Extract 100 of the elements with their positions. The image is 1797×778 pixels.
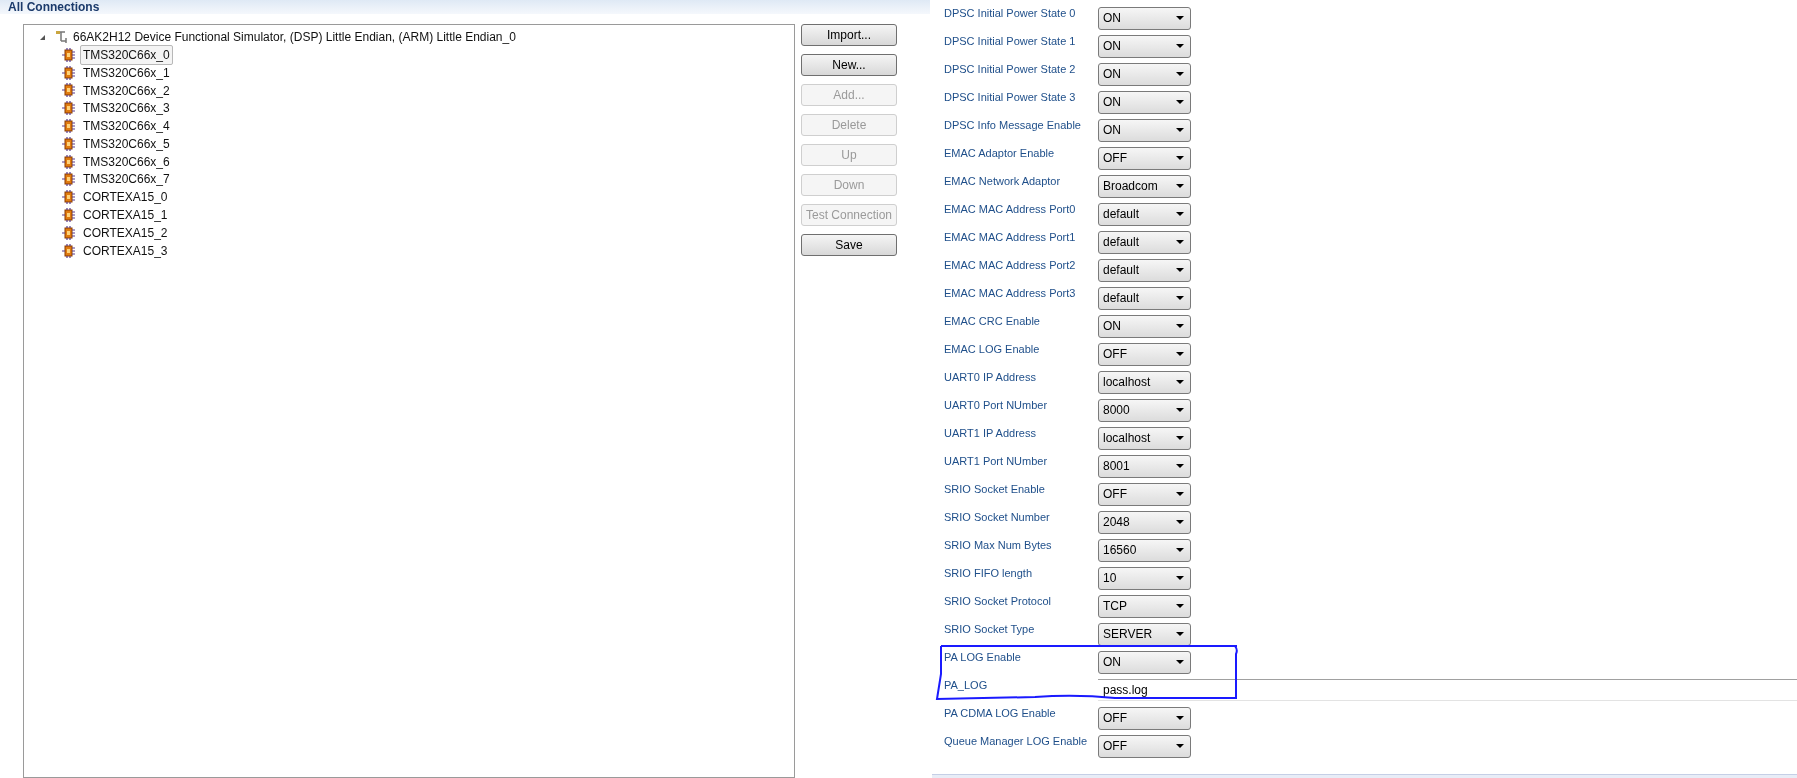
dropdown[interactable]: OFF <box>1098 146 1191 170</box>
dropdown[interactable]: TCP <box>1098 594 1191 618</box>
dropdown-arrow-icon <box>1176 660 1184 664</box>
dropdown-arrow-icon <box>1176 296 1184 300</box>
tree-item[interactable]: TMS320C66x_0 <box>80 44 173 65</box>
chip-icon <box>61 100 77 117</box>
property-label: EMAC MAC Address Port3 <box>943 286 1077 301</box>
dropdown-arrow-icon <box>1176 72 1184 76</box>
dropdown[interactable]: ON <box>1098 90 1191 114</box>
dropdown[interactable]: ON <box>1098 62 1191 86</box>
dropdown[interactable]: 10 <box>1098 566 1191 590</box>
dropdown[interactable]: OFF <box>1098 482 1191 506</box>
tree-item[interactable]: TMS320C66x_5 <box>80 134 173 153</box>
dropdown-arrow-icon <box>1176 212 1184 216</box>
property-label: DPSC Initial Power State 2 <box>943 62 1077 77</box>
chip-icon <box>61 64 77 81</box>
dropdown-arrow-icon <box>1176 100 1184 104</box>
action-button[interactable]: Import... <box>801 24 897 46</box>
property-label: EMAC LOG Enable <box>943 342 1041 357</box>
dropdown[interactable]: 8000 <box>1098 398 1191 422</box>
property-label: EMAC Network Adaptor <box>943 174 1062 189</box>
chip-icon <box>61 171 77 188</box>
dropdown[interactable]: SERVER <box>1098 622 1191 646</box>
tree-item[interactable]: 66AK2H12 Device Functional Simulator, (DSP) Little Endian, (ARM) Little Endian_0 <box>73 28 516 46</box>
dropdown[interactable]: ON <box>1098 314 1191 338</box>
property-label: SRIO Max Num Bytes <box>943 538 1053 553</box>
chip-icon <box>61 153 77 170</box>
dropdown-arrow-icon <box>1176 492 1184 496</box>
chip-icon <box>61 189 77 206</box>
property-label: SRIO Socket Enable <box>943 482 1046 497</box>
dropdown[interactable]: OFF <box>1098 734 1191 758</box>
dropdown[interactable]: default <box>1098 202 1191 226</box>
dropdown[interactable]: localhost <box>1098 370 1191 394</box>
dropdown-arrow-icon <box>1176 464 1184 468</box>
tree-item[interactable]: CORTEXA15_3 <box>80 241 171 260</box>
dropdown-arrow-icon <box>1176 156 1184 160</box>
dropdown[interactable]: 8001 <box>1098 454 1191 478</box>
property-label: PA CDMA LOG Enable <box>943 706 1057 721</box>
dropdown-arrow-icon <box>1176 520 1184 524</box>
property-label: SRIO FIFO length <box>943 566 1034 581</box>
dropdown-arrow-icon <box>1176 604 1184 608</box>
dropdown[interactable]: Broadcom <box>1098 174 1191 198</box>
tree-item[interactable]: TMS320C66x_4 <box>80 117 173 136</box>
tree-item[interactable]: TMS320C66x_1 <box>80 63 173 82</box>
chip-icon <box>61 207 77 224</box>
dropdown-arrow-icon <box>1176 128 1184 132</box>
property-label: DPSC Info Message Enable <box>943 118 1082 133</box>
property-label: Queue Manager LOG Enable <box>943 734 1089 749</box>
dropdown-arrow-icon <box>1176 324 1184 328</box>
dropdown[interactable]: ON <box>1098 34 1191 58</box>
dropdown-arrow-icon <box>1176 408 1184 412</box>
dropdown[interactable]: 16560 <box>1098 538 1191 562</box>
dropdown[interactable]: OFF <box>1098 706 1191 730</box>
tree-item[interactable]: TMS320C66x_3 <box>80 99 173 118</box>
tree-item[interactable]: CORTEXA15_1 <box>80 206 171 225</box>
dropdown[interactable]: ON <box>1098 118 1191 142</box>
property-label: UART0 IP Address <box>943 370 1037 385</box>
dropdown-arrow-icon <box>1176 436 1184 440</box>
expand-arrow-icon[interactable] <box>39 33 46 41</box>
tree-item[interactable]: CORTEXA15_0 <box>80 188 171 207</box>
dropdown-arrow-icon <box>1176 44 1184 48</box>
panel-title: All Connections <box>8 1 100 13</box>
dropdown-arrow-icon <box>1176 16 1184 20</box>
chip-icon <box>61 242 77 259</box>
property-label: EMAC Adaptor Enable <box>943 146 1056 161</box>
tree-item[interactable]: CORTEXA15_2 <box>80 223 171 242</box>
connection-icon <box>55 30 69 44</box>
chip-icon <box>61 118 77 135</box>
tree-item[interactable]: TMS320C66x_6 <box>80 152 173 171</box>
property-label: EMAC MAC Address Port0 <box>943 202 1077 217</box>
property-label: PA LOG Enable <box>943 650 1022 665</box>
text-field[interactable]: pass.log <box>1098 679 1797 701</box>
dropdown[interactable]: ON <box>1098 650 1191 674</box>
dropdown[interactable]: default <box>1098 258 1191 282</box>
chip-icon <box>61 46 77 63</box>
tree-item[interactable]: TMS320C66x_7 <box>80 170 173 189</box>
chip-icon <box>61 82 77 99</box>
property-label: SRIO Socket Number <box>943 510 1051 525</box>
dropdown-arrow-icon <box>1176 352 1184 356</box>
dropdown-arrow-icon <box>1176 184 1184 188</box>
dropdown-arrow-icon <box>1176 268 1184 272</box>
property-label: EMAC MAC Address Port1 <box>943 230 1077 245</box>
property-label: UART1 IP Address <box>943 426 1037 441</box>
dropdown[interactable]: default <box>1098 230 1191 254</box>
tree-item[interactable]: TMS320C66x_2 <box>80 81 173 100</box>
dropdown-arrow-icon <box>1176 716 1184 720</box>
dropdown-arrow-icon <box>1176 576 1184 580</box>
dropdown[interactable]: ON <box>1098 6 1191 30</box>
property-label: EMAC CRC Enable <box>943 314 1041 329</box>
dropdown-arrow-icon <box>1176 744 1184 748</box>
dropdown[interactable]: default <box>1098 286 1191 310</box>
property-label: SRIO Socket Protocol <box>943 594 1052 609</box>
action-button[interactable]: New... <box>801 54 897 76</box>
property-label: UART0 Port NUmber <box>943 398 1049 413</box>
dropdown[interactable]: localhost <box>1098 426 1191 450</box>
dropdown[interactable]: OFF <box>1098 342 1191 366</box>
dropdown[interactable]: 2048 <box>1098 510 1191 534</box>
dropdown-arrow-icon <box>1176 632 1184 636</box>
property-label: PA_LOG <box>943 678 989 693</box>
action-button[interactable]: Save <box>801 234 897 256</box>
